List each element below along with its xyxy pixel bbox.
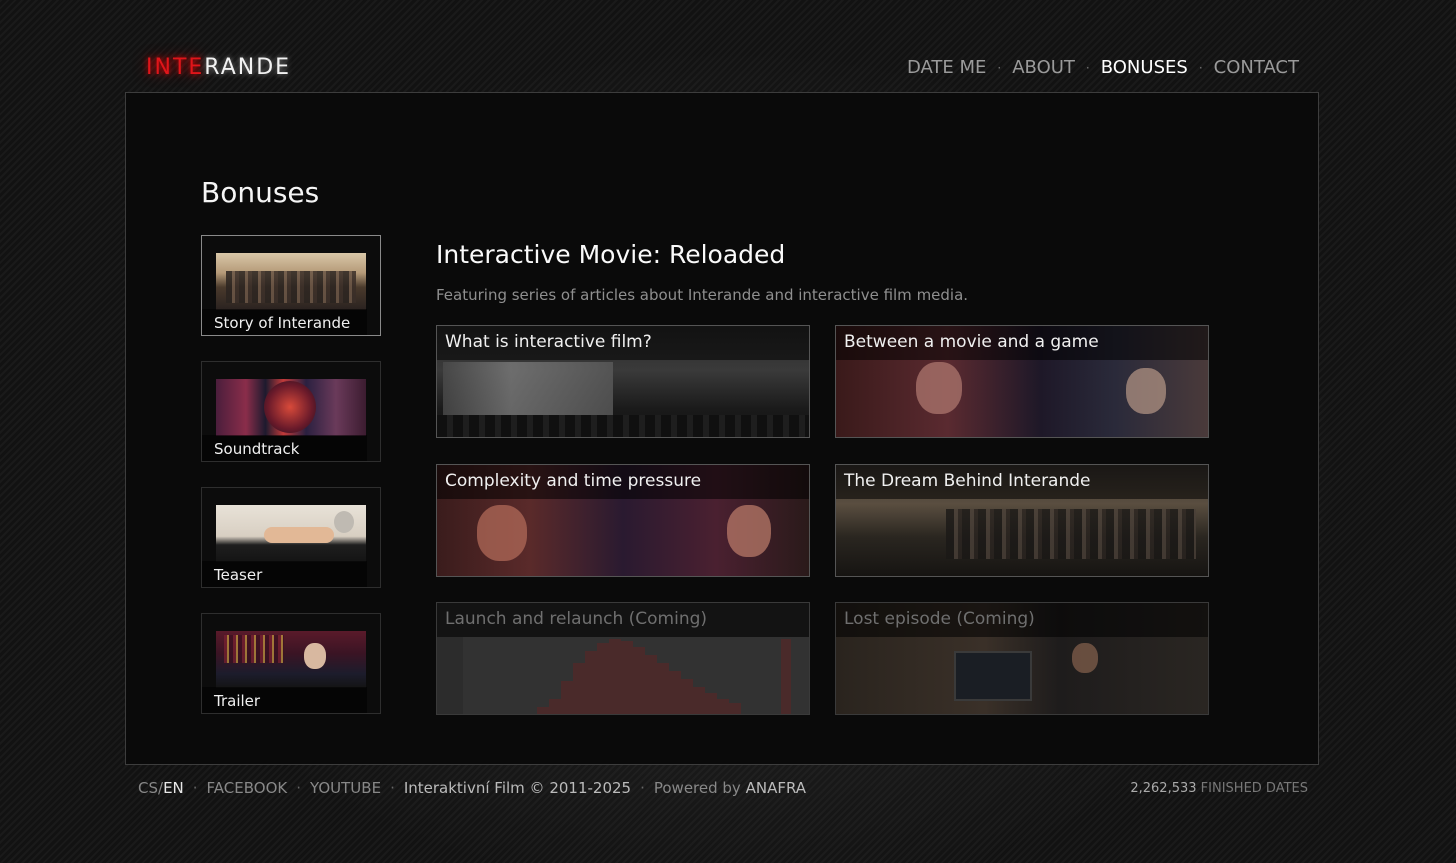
nav-separator: · xyxy=(997,60,1002,75)
anafra-link[interactable]: ANAFRA xyxy=(746,779,806,797)
article-subtitle: Featuring series of articles about Inter… xyxy=(436,286,969,304)
copyright-link[interactable]: Interaktivní Film © 2011-2025 xyxy=(404,779,631,797)
footer-separator: · xyxy=(390,779,395,797)
lang-cs-link[interactable]: CS xyxy=(138,779,158,797)
nav-about[interactable]: ABOUT xyxy=(1012,57,1075,78)
counter-label: FINISHED DATES xyxy=(1200,781,1308,796)
powered-by-text: Powered by xyxy=(653,779,741,797)
youtube-link[interactable]: YOUTUBE xyxy=(310,779,381,797)
counter-value: 2,262,533 xyxy=(1130,781,1197,796)
sidebar-item-label: Trailer xyxy=(214,692,261,710)
sidebar-item-story[interactable]: Story of Interande xyxy=(201,235,381,336)
dates-counter: 2,262,533 FINISHED DATES xyxy=(1130,781,1308,796)
article-card-lost-episode[interactable]: Lost episode (Coming) xyxy=(835,602,1209,715)
sidebar-item-teaser[interactable]: Teaser xyxy=(201,487,381,588)
article-heading: Interactive Movie: Reloaded xyxy=(436,240,786,269)
article-card-complexity[interactable]: Complexity and time pressure xyxy=(436,464,810,577)
card-title: What is interactive film? xyxy=(445,332,652,352)
footer-separator: · xyxy=(192,779,198,797)
soundtrack-thumbnail xyxy=(216,379,366,436)
site-logo[interactable]: INTERANDE xyxy=(146,55,291,80)
article-card-movie-game[interactable]: Between a movie and a game xyxy=(835,325,1209,438)
nav-date-me[interactable]: DATE ME xyxy=(907,57,986,78)
main-nav: DATE ME · ABOUT · BONUSES · CONTACT xyxy=(907,57,1299,78)
card-title: Complexity and time pressure xyxy=(445,471,702,491)
logo-part-red: INTE xyxy=(146,55,205,80)
article-card-launch[interactable]: Launch and relaunch (Coming) xyxy=(436,602,810,715)
content-panel: Bonuses Story of Interande Soundtrack Te… xyxy=(125,92,1319,765)
sidebar-item-soundtrack[interactable]: Soundtrack xyxy=(201,361,381,462)
nav-contact[interactable]: CONTACT xyxy=(1214,57,1299,78)
teaser-thumbnail xyxy=(216,505,366,562)
page-title: Bonuses xyxy=(201,176,320,209)
sidebar-item-label: Soundtrack xyxy=(214,440,300,458)
footer-links: CS / EN · FACEBOOK · YOUTUBE · Interaktivn… xyxy=(138,779,806,797)
trailer-thumbnail xyxy=(216,631,366,688)
sidebar-item-trailer[interactable]: Trailer xyxy=(201,613,381,714)
footer-separator: · xyxy=(296,779,302,797)
sidebar-item-label: Story of Interande xyxy=(214,314,351,332)
card-title: Between a movie and a game xyxy=(844,332,1099,352)
card-title: Lost episode (Coming) xyxy=(844,609,1035,629)
card-title: The Dream Behind Interande xyxy=(844,471,1091,491)
logo-part-white: RANDE xyxy=(204,55,292,80)
footer-separator: · xyxy=(640,779,645,797)
article-card-dream[interactable]: The Dream Behind Interande xyxy=(835,464,1209,577)
card-title: Launch and relaunch (Coming) xyxy=(445,609,708,629)
lang-en-link[interactable]: EN xyxy=(163,779,184,797)
article-card-interactive-film[interactable]: What is interactive film? xyxy=(436,325,810,438)
nav-bonuses[interactable]: BONUSES xyxy=(1101,57,1188,78)
facebook-link[interactable]: FACEBOOK xyxy=(207,779,288,797)
nav-separator: · xyxy=(1085,60,1090,75)
nav-separator: · xyxy=(1198,60,1203,75)
sidebar-item-label: Teaser xyxy=(214,566,263,584)
story-thumbnail xyxy=(216,253,366,310)
